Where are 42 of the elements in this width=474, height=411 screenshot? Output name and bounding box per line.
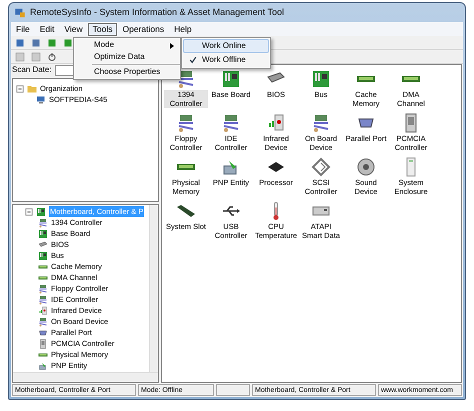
speaker-icon <box>356 157 376 177</box>
menu-item[interactable]: Choose Properties <box>74 66 180 78</box>
board-icon <box>311 69 331 89</box>
menu-item[interactable]: Help <box>169 22 197 36</box>
card-icon <box>38 338 48 348</box>
controller-icon <box>176 69 196 89</box>
thermometer-icon <box>273 201 279 221</box>
menu-item[interactable]: Optimize Data <box>74 51 180 63</box>
menu-item[interactable]: Mode <box>74 39 180 51</box>
infrared-icon <box>38 306 48 316</box>
scrollbar[interactable] <box>149 205 158 372</box>
menu-item[interactable]: Edit <box>34 22 60 36</box>
board-icon <box>38 250 48 260</box>
power-icon[interactable] <box>47 52 57 62</box>
controller-icon <box>38 316 48 326</box>
menu-item[interactable]: Work Online <box>183 39 269 53</box>
board-icon <box>36 206 46 216</box>
board-icon <box>221 69 241 89</box>
port-icon <box>38 328 48 338</box>
menu-item[interactable]: Work Offline <box>183 53 269 67</box>
controller-icon <box>176 113 196 133</box>
controller-icon <box>311 113 331 133</box>
controller-icon <box>38 294 48 304</box>
folder-icon <box>27 84 37 94</box>
menu-item[interactable]: Operations <box>117 22 170 36</box>
submenu-arrow-icon <box>170 43 174 49</box>
menu-item[interactable]: File <box>11 22 35 36</box>
menu-item[interactable]: Tools <box>88 22 118 36</box>
plug-icon <box>38 360 48 370</box>
window-title: RemoteSysInfo - System Information & Asset Management Tool <box>30 6 284 19</box>
status-panel <box>216 384 250 396</box>
board-icon <box>38 228 48 238</box>
infrared-icon <box>266 113 286 133</box>
connector-icon <box>311 157 331 177</box>
field-label: Scan Date: <box>12 64 52 76</box>
scrollbar[interactable] <box>13 372 158 382</box>
controller-icon <box>38 218 48 228</box>
menu-item[interactable]: View <box>59 22 88 36</box>
controller-icon <box>221 113 241 133</box>
app-icon <box>14 6 26 18</box>
chip-icon <box>38 240 48 250</box>
controller-icon <box>38 284 48 294</box>
